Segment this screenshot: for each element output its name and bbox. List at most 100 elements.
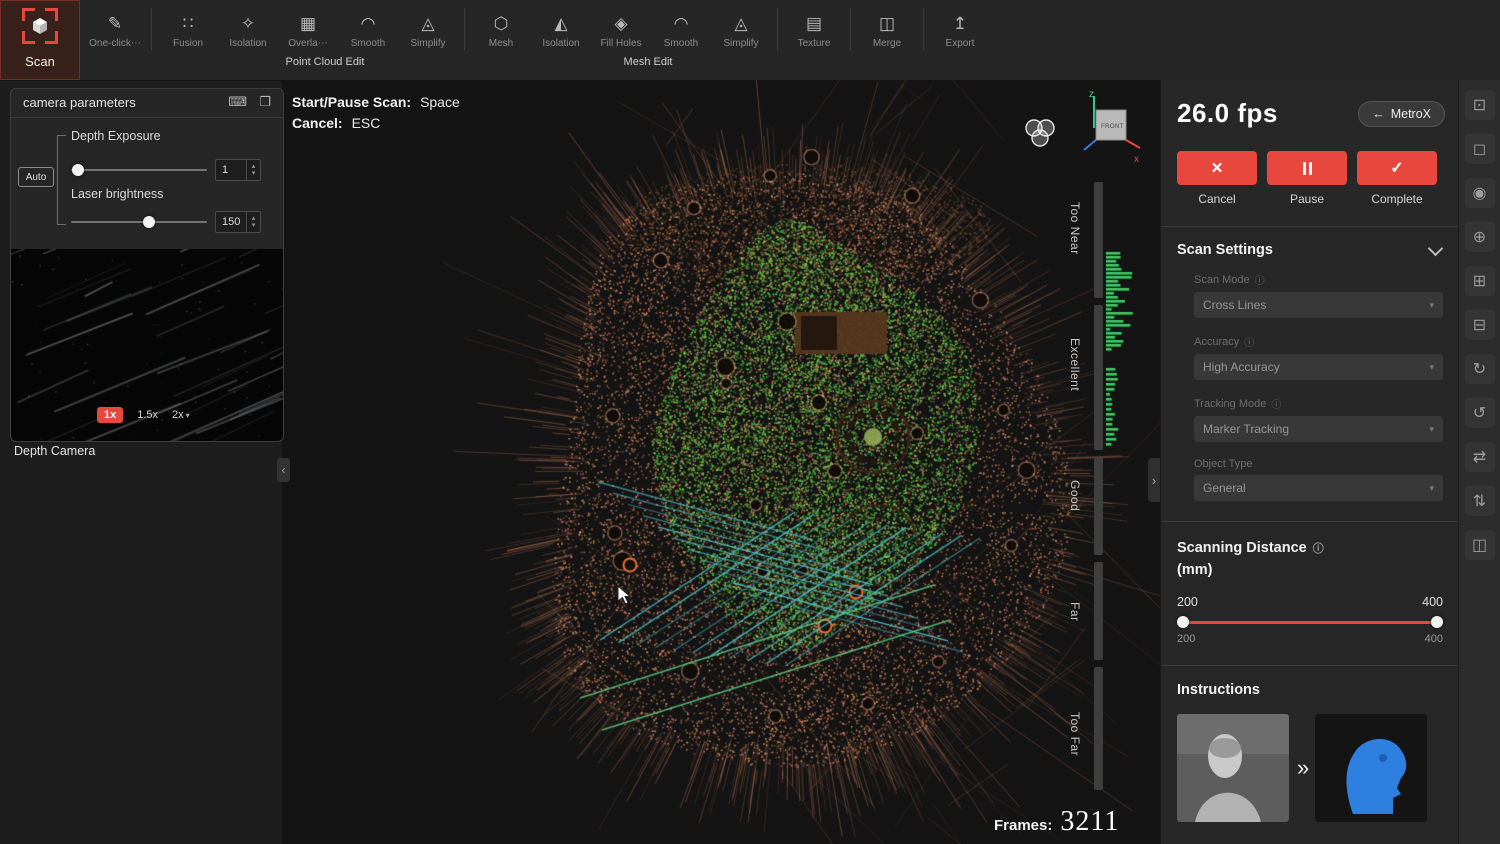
fill-holes-icon: ◈ [614,14,627,34]
texture-icon: ▤ [806,14,822,34]
info-icon[interactable]: ⓘ [1313,543,1324,555]
zoom-1-5x-button[interactable]: 1.5x [137,409,158,421]
tracking-mode-label: Tracking Mode [1194,398,1266,410]
collapse-left-panel-handle[interactable]: ‹ [277,458,290,482]
cancel-scan-button[interactable]: × [1177,151,1257,185]
panel-toggle-icon[interactable]: ◫ [1465,530,1495,560]
frames-value: 3211 [1060,806,1119,838]
depth-exposure-value[interactable]: 1 ▴ ▾ [215,159,261,181]
mesh-edit-group-label: Mesh Edit [624,56,673,68]
toolbar-item-mesh-isolation[interactable]: ◭ Isolation [532,10,590,49]
toolbar-item-merge[interactable]: ◫ Merge [858,10,916,49]
distance-meter: Too Near Excellent Good Far Too Far [1068,180,1158,794]
popout-icon[interactable]: ❐ [259,94,271,110]
stepper-arrows[interactable]: ▴ ▾ [246,160,260,180]
camera-parameters-panel: camera parameters ⌨ ❐ Auto Depth Exposur… [10,88,292,442]
mesh-icon: ⬡ [494,14,509,34]
mesh-isolation-icon: ◭ [554,14,567,34]
scan-viewport[interactable]: Start/Pause Scan:Space Cancel:ESC z FRON… [282,80,1160,844]
keyboard-icon[interactable]: ⌨ [228,94,247,110]
scan-mode-label: Scan Mode [1194,274,1250,286]
stepper-up-icon[interactable]: ▴ [252,163,256,170]
slider-max-thumb[interactable] [1431,616,1443,628]
zoom-2x-button[interactable]: 2x▾ [172,409,190,421]
complete-scan-button[interactable]: ✓ [1357,151,1437,185]
object-type-dropdown[interactable]: General ▾ [1194,475,1443,501]
back-to-metrox-button[interactable]: ← MetroX [1358,101,1445,127]
toolbar-separator [777,8,778,50]
toolbar-separator [464,8,465,50]
slider-min-thumb[interactable] [1177,616,1189,628]
dropdown-arrow-icon: ▾ [1429,300,1434,311]
toolbar-item-one-click[interactable]: ✎ One-click⋯ [86,10,144,49]
pause-scan-button[interactable] [1267,151,1347,185]
stepper-arrows[interactable]: ▴ ▾ [246,212,260,232]
divider [1161,521,1459,522]
scan-mode-dropdown[interactable]: Cross Lines ▾ [1194,292,1443,318]
laser-brightness-slider[interactable] [71,215,207,229]
double-chevron-icon: » [1297,755,1307,781]
zoom-1x-button[interactable]: 1x [97,407,123,423]
toolbar-item-mesh-smooth[interactable]: ◠ Smooth [652,10,710,49]
info-icon[interactable]: ⓘ [1271,396,1281,411]
swap-vertical-icon[interactable]: ⇅ [1465,486,1495,516]
laser-brightness-label: Laser brightness [71,187,163,201]
render-mode-icon[interactable] [1022,116,1058,150]
stepper-down-icon[interactable]: ▾ [252,170,256,177]
laser-brightness-value[interactable]: 150 ▴ ▾ [215,211,261,233]
swap-horizontal-icon[interactable]: ⇄ [1465,442,1495,472]
object-type-label: Object Type [1194,458,1253,470]
dropdown-arrow-icon: ▾ [1429,362,1434,373]
scanning-distance-slider[interactable] [1177,615,1443,629]
distance-label-far: Far [1068,602,1082,622]
add-selection-icon[interactable]: ⊕ [1465,222,1495,252]
toolbar-item-mesh-simplify[interactable]: ◬ Simplify [712,10,770,49]
scanning-distance-section: Scanning Distanceⓘ (mm) 200 400 200 400 [1177,538,1443,645]
info-icon[interactable]: ⓘ [1255,272,1265,287]
depth-camera-label: Depth Camera [14,444,95,458]
auto-exposure-button[interactable]: Auto [18,167,54,187]
info-icon[interactable]: ⓘ [1244,334,1254,349]
distance-label-too-near: Too Near [1068,202,1082,255]
toolbar-item-export[interactable]: ↥ Export [931,10,989,49]
rotate-cw-icon[interactable]: ↻ [1465,354,1495,384]
pause-icon [1303,162,1306,175]
toolbar-separator [923,8,924,50]
toolbar-item-simplify[interactable]: ◬ Simplify [399,10,457,49]
accuracy-dropdown[interactable]: High Accuracy ▾ [1194,354,1443,380]
grid-icon[interactable]: ⊞ [1465,266,1495,296]
toolbar-item-texture[interactable]: ▤ Texture [785,10,843,49]
scan-settings-header[interactable]: Scan Settings [1177,242,1441,258]
scan-settings-fields: Scan Modeⓘ Cross Lines ▾ Accuracyⓘ High … [1194,272,1443,501]
toolbar-item-smooth[interactable]: ◠ Smooth [339,10,397,49]
dropdown-arrow-icon: ▾ [186,411,190,420]
slider-track [71,221,207,223]
top-toolbar: Scan ✎ One-click⋯ ∷ Fusion ✧ Isolation ▦… [0,0,1500,81]
circle-select-icon[interactable]: ◉ [1465,178,1495,208]
toolbar-item-mesh[interactable]: ⬡ Mesh [472,10,530,49]
depth-exposure-slider[interactable] [71,163,207,177]
subtract-selection-icon[interactable]: ⊟ [1465,310,1495,340]
tracking-mode-dropdown[interactable]: Marker Tracking ▾ [1194,416,1443,442]
toolbar-item-fill-holes[interactable]: ◈ Fill Holes [592,10,650,49]
toolbar-separator [850,8,851,50]
toolbar-item-fusion[interactable]: ∷ Fusion [159,10,217,49]
point-cloud-canvas[interactable] [282,80,1160,844]
chevron-left-icon: ‹ [282,463,286,477]
view-cube-icon[interactable]: ⊡ [1465,90,1495,120]
toolbar-item-overlap[interactable]: ▦ Overla⋯ [279,10,337,49]
slider-thumb[interactable] [72,164,84,176]
slider-track [71,169,207,171]
axis-x-label: x [1134,154,1139,165]
slider-thumb[interactable] [143,216,155,228]
fusion-icon: ∷ [183,14,194,34]
view-orientation-gizmo[interactable]: z FRONT x [1078,88,1142,166]
rotate-ccw-icon[interactable]: ↺ [1465,398,1495,428]
marquee-select-icon[interactable]: ◻ [1465,134,1495,164]
stepper-down-icon[interactable]: ▾ [252,222,256,229]
meter-segment [1094,182,1103,298]
stepper-up-icon[interactable]: ▴ [252,215,256,222]
toolbar-item-isolation[interactable]: ✧ Isolation [219,10,277,49]
expand-right-panel-handle[interactable]: › [1148,458,1160,502]
scanning-distance-range-values: 200 400 [1177,595,1443,609]
